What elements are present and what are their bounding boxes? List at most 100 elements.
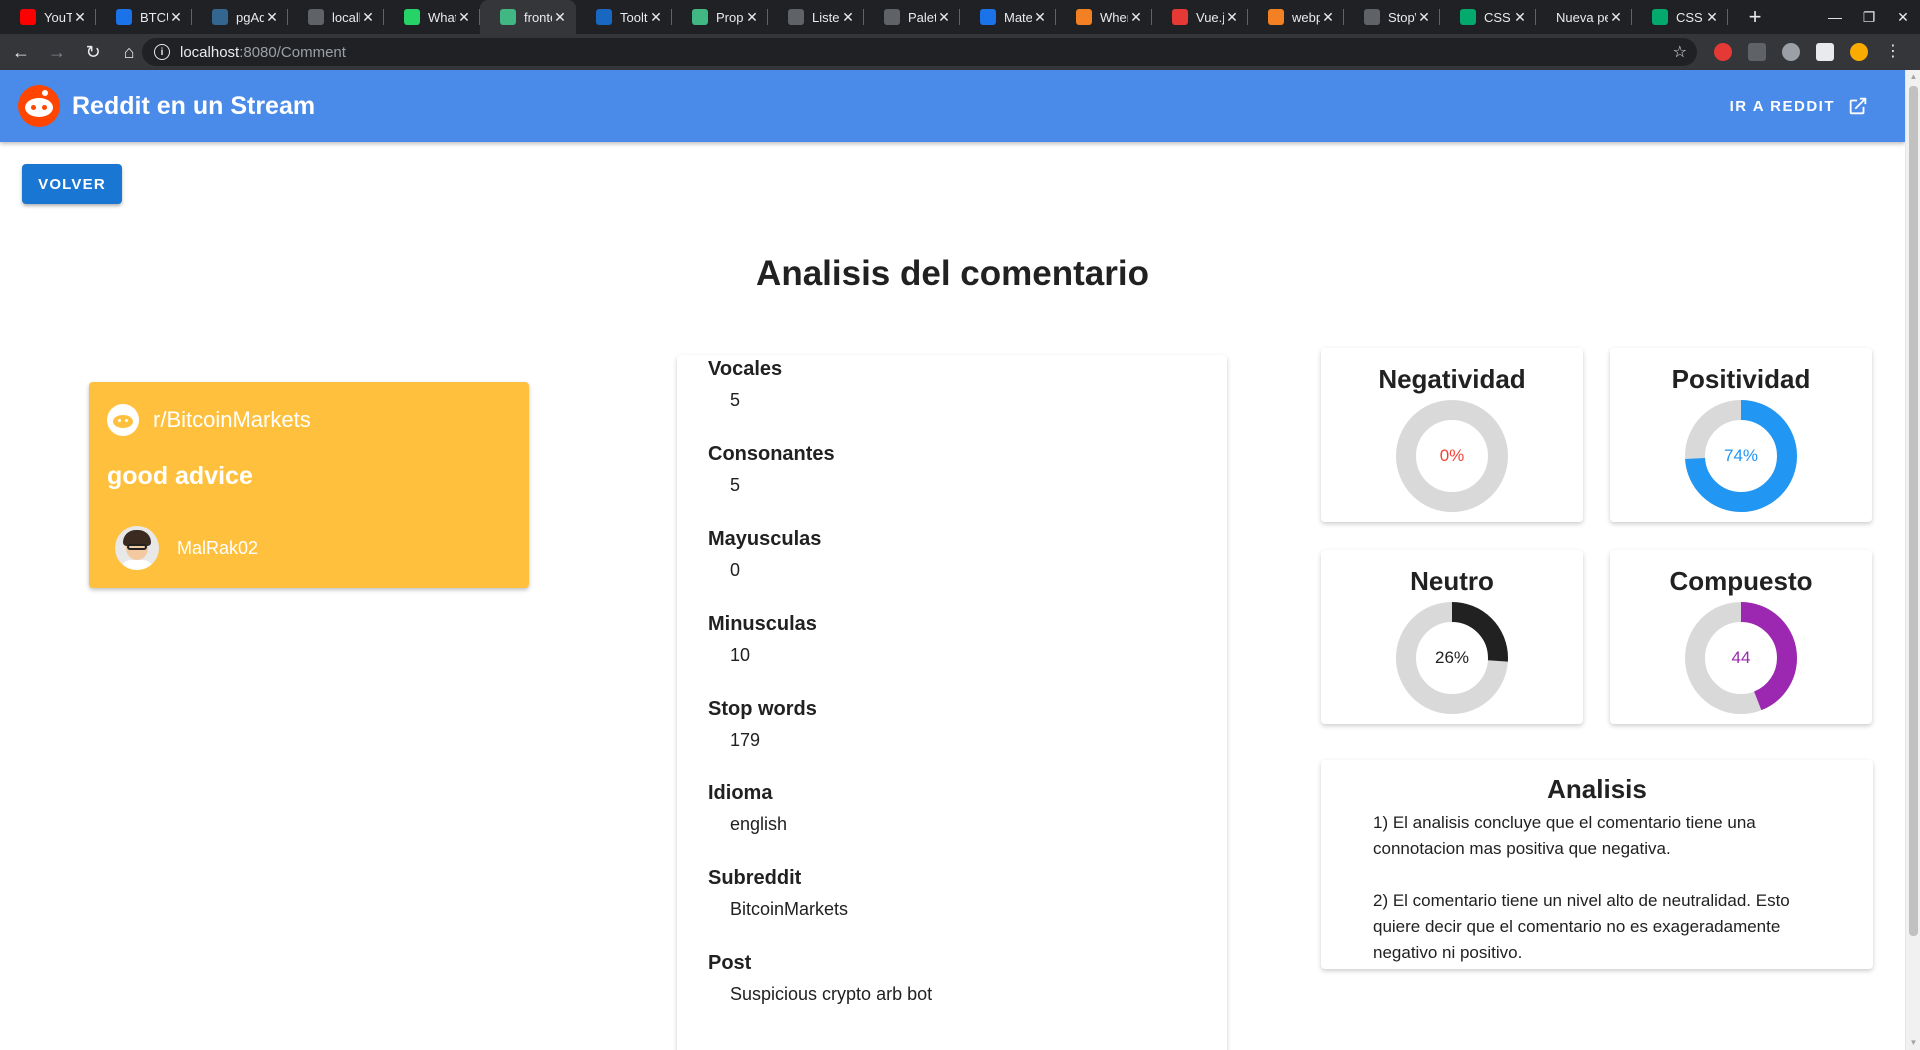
extension-icon[interactable]: [1782, 43, 1800, 61]
stat-value: 5: [730, 475, 741, 495]
address-bar[interactable]: i localhost:8080/Comment ☆: [142, 38, 1697, 66]
tab-close-icon[interactable]: ✕: [1512, 9, 1528, 26]
puzzle-icon[interactable]: [1816, 43, 1834, 61]
bookmark-star-icon[interactable]: ☆: [1673, 42, 1687, 62]
browser-tab[interactable]: StopW✕: [1344, 0, 1440, 34]
globe-icon: [1364, 9, 1380, 25]
page-scrollbar[interactable]: ▲ ▼: [1905, 70, 1920, 1050]
stat-stop-words: Stop words 179: [708, 698, 817, 751]
tab-close-icon[interactable]: ✕: [1128, 9, 1144, 26]
avatar: [115, 526, 159, 570]
comment-card[interactable]: r/BitcoinMarkets good advice MalRak02: [89, 382, 529, 588]
tab-title: Props: [716, 9, 744, 25]
browser-tab[interactable]: Palette✕: [864, 0, 960, 34]
extension-icon[interactable]: [1748, 43, 1766, 61]
browser-tab[interactable]: WhatsApp✕: [384, 0, 480, 34]
browser-tab[interactable]: BTCU✕: [96, 0, 192, 34]
analysis-title: Analisis: [1547, 774, 1647, 804]
forward-arrow-icon[interactable]: →: [42, 37, 72, 67]
browser-tab[interactable]: CSS F✕: [1440, 0, 1536, 34]
tab-close-icon[interactable]: ✕: [552, 9, 568, 26]
browser-tab[interactable]: Vue.js✕: [1152, 0, 1248, 34]
stat-label: Mayusculas: [708, 528, 822, 550]
tab-close-icon[interactable]: ✕: [1416, 9, 1432, 26]
browser-tab[interactable]: YouTube✕: [0, 0, 96, 34]
browser-tab[interactable]: Material✕: [960, 0, 1056, 34]
scroll-up-arrow-icon[interactable]: ▲: [1909, 72, 1918, 82]
back-arrow-icon[interactable]: ←: [6, 37, 36, 67]
new-tab-button[interactable]: +: [1740, 0, 1770, 34]
tab-title: Material: [1004, 9, 1032, 25]
tab-title: localhost: [332, 9, 360, 25]
browser-tab[interactable]: Tooltip✕: [576, 0, 672, 34]
stat-label: Post: [708, 952, 752, 974]
tab-close-icon[interactable]: ✕: [1320, 9, 1336, 26]
tab-close-icon[interactable]: ✕: [1224, 9, 1240, 26]
author-name: MalRak02: [177, 537, 259, 558]
tab-close-icon[interactable]: ✕: [648, 9, 664, 26]
tab-close-icon[interactable]: ✕: [72, 9, 88, 26]
stat-value: 5: [730, 390, 741, 410]
go-to-reddit-label: IR A REDDIT: [1729, 97, 1835, 115]
app-bar: Reddit en un Stream IR A REDDIT: [0, 70, 1905, 142]
profile-avatar-icon[interactable]: [1850, 43, 1868, 61]
stat-minusculas: Minusculas 10: [708, 613, 817, 666]
extensions-area: ⋮: [1706, 34, 1910, 70]
palette-icon: [884, 9, 900, 25]
gauge-label: Negatividad: [1378, 364, 1526, 394]
globe-icon: [308, 9, 324, 25]
browser-tab-active[interactable]: frontend✕: [480, 0, 576, 34]
vue-icon: [500, 9, 516, 25]
stat-value: Suspicious crypto arb bot: [730, 984, 933, 1004]
tab-close-icon[interactable]: ✕: [936, 9, 952, 26]
scrollbar-thumb[interactable]: [1909, 86, 1918, 936]
tab-close-icon[interactable]: ✕: [1032, 9, 1048, 26]
tab-title: Nueva pe: [1556, 9, 1608, 25]
minimize-icon[interactable]: —: [1818, 9, 1852, 25]
whatsapp-icon: [404, 9, 420, 25]
reload-icon[interactable]: ↻: [78, 37, 108, 67]
material-icon: [980, 9, 996, 25]
tab-close-icon[interactable]: ✕: [168, 9, 184, 26]
vuetify-icon: [596, 9, 612, 25]
tab-close-icon[interactable]: ✕: [1608, 9, 1624, 26]
go-to-reddit-button[interactable]: IR A REDDIT: [1730, 70, 1869, 142]
browser-tab[interactable]: Props✕: [672, 0, 768, 34]
browser-tab[interactable]: CSS T✕: [1632, 0, 1728, 34]
stat-label: Minusculas: [708, 613, 817, 635]
tab-close-icon[interactable]: ✕: [1704, 9, 1720, 26]
home-icon[interactable]: ⌂: [114, 37, 144, 67]
stat-label: Consonantes: [708, 443, 835, 465]
tab-title: When: [1100, 9, 1128, 25]
gauge-value: 74%: [1723, 446, 1759, 465]
browser-tab[interactable]: localhost✕: [288, 0, 384, 34]
gauge-card-positividad: Positividad 74%: [1610, 348, 1872, 522]
back-button[interactable]: VOLVER: [22, 164, 122, 204]
browser-toolbar: ← → ↻ ⌂ i localhost:8080/Comment ☆ ⋮: [0, 34, 1920, 70]
page-title: Analisis del comentario: [756, 254, 1149, 293]
scroll-down-arrow-icon[interactable]: ▼: [1909, 1038, 1918, 1048]
tab-close-icon[interactable]: ✕: [744, 9, 760, 26]
close-window-icon[interactable]: ✕: [1886, 9, 1920, 26]
tab-close-icon[interactable]: ✕: [840, 9, 856, 26]
tab-close-icon[interactable]: ✕: [360, 9, 376, 26]
browser-tab[interactable]: webpack✕: [1248, 0, 1344, 34]
menu-kebab-icon[interactable]: ⋮: [1884, 43, 1902, 61]
browser-tab[interactable]: Nueva pe ✕: [1536, 0, 1632, 34]
tp-icon: [1172, 9, 1188, 25]
browser-tab[interactable]: Listen✕: [768, 0, 864, 34]
tab-close-icon[interactable]: ✕: [456, 9, 472, 26]
gauge-label: Compuesto: [1669, 566, 1813, 596]
stat-value: 0: [730, 560, 741, 580]
tab-close-icon[interactable]: ✕: [264, 9, 280, 26]
stat-label: Idioma: [708, 782, 773, 804]
reddit-logo-icon: [18, 85, 60, 127]
extension-icon[interactable]: [1714, 43, 1732, 61]
analysis-paragraph: 2) El comentario tiene un nivel alto de …: [1373, 891, 1790, 962]
site-info-icon[interactable]: i: [154, 44, 170, 60]
browser-tab[interactable]: pgAdmin✕: [192, 0, 288, 34]
stat-label: Subreddit: [708, 867, 802, 889]
browser-tab[interactable]: When✕: [1056, 0, 1152, 34]
stat-idioma: Idioma english: [708, 782, 787, 835]
restore-icon[interactable]: ❐: [1852, 9, 1886, 26]
